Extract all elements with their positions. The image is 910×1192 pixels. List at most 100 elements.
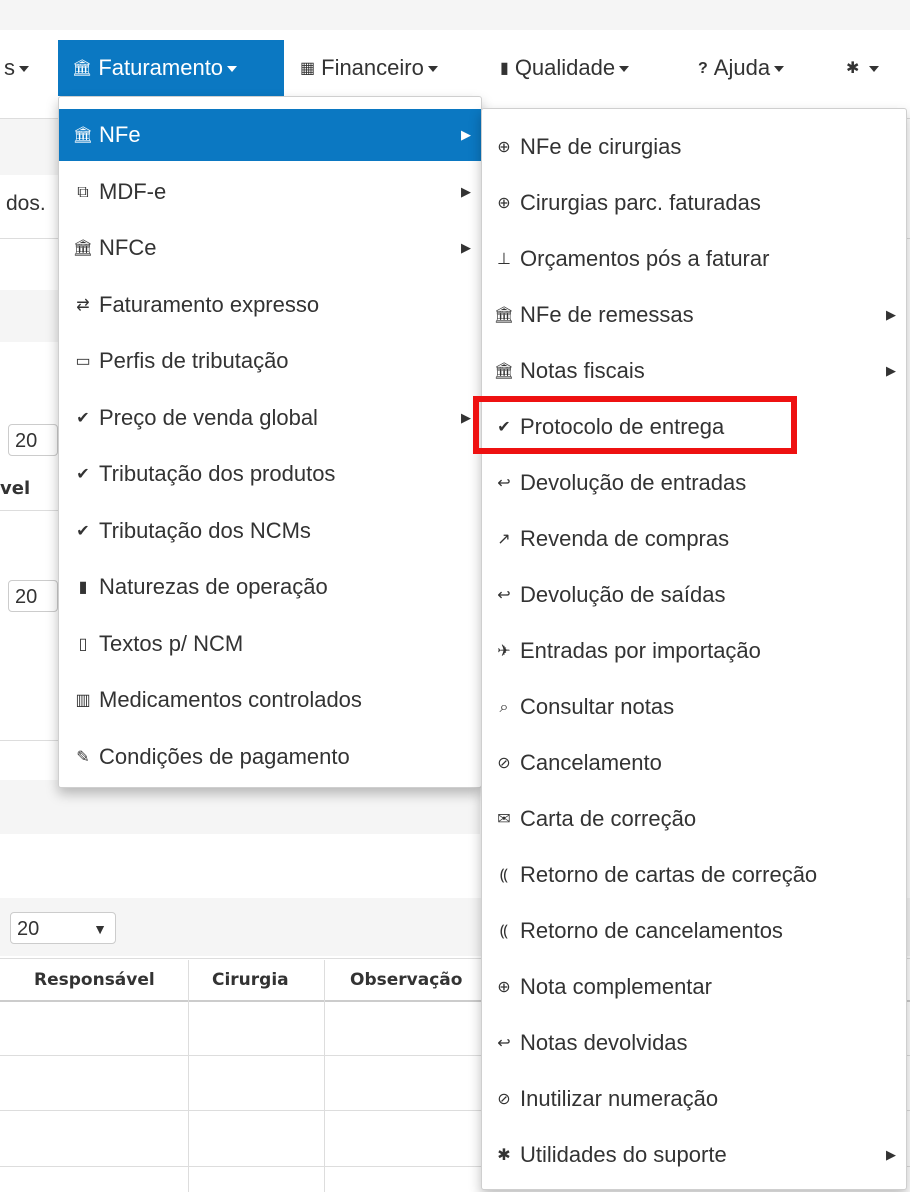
- page-size-select[interactable]: 20 ▼: [10, 912, 116, 944]
- check-icon: ✔: [76, 466, 90, 484]
- menu-item-faturamento-expresso[interactable]: ⇄ Faturamento expresso: [59, 279, 481, 331]
- menu-item-preco-de-venda-global[interactable]: ✔ Preço de venda global ▶: [59, 392, 481, 444]
- menu-item-retorno-de-cartas-de-correcao[interactable]: ⸨ Retorno de cartas de correção: [482, 849, 906, 901]
- menu-item-label: NFe: [99, 122, 141, 147]
- menu-item-label: NFe de cirurgias: [520, 134, 682, 159]
- menu-item-notas-devolvidas[interactable]: ↩ Notas devolvidas: [482, 1017, 906, 1069]
- menu-item-entradas-por-importacao[interactable]: ✈ Entradas por importação: [482, 625, 906, 677]
- bg-header-vel: vel: [0, 478, 31, 499]
- caret-down-icon: [869, 66, 880, 73]
- menu-item-label: Retorno de cancelamentos: [520, 918, 783, 943]
- menu-item-textos-p-ncm[interactable]: ▯ Textos p/ NCM: [59, 618, 481, 670]
- return-icon: ↩: [497, 1035, 511, 1053]
- menu-item-label: Tributação dos NCMs: [99, 517, 311, 543]
- page-size-select[interactable]: 20: [8, 580, 58, 612]
- table-column-divider: [324, 960, 325, 1192]
- menu-item-condicoes-de-pagamento[interactable]: ✎ Condições de pagamento: [59, 731, 481, 783]
- menu-item-carta-de-correcao[interactable]: ✉ Carta de correção: [482, 793, 906, 845]
- menu-item-nfce[interactable]: 🏛 NFCe ▶: [59, 222, 481, 274]
- return-icon: ↩: [497, 587, 511, 605]
- menu-item-label: MDF-e: [99, 178, 167, 204]
- select-value: 20: [15, 586, 38, 608]
- ban-icon: ⊘: [497, 1091, 511, 1109]
- page-size-select[interactable]: 20: [8, 424, 58, 456]
- menu-item-utilidades-do-suporte[interactable]: ✱ Utilidades do suporte ▶: [482, 1129, 906, 1181]
- nav-item-partial[interactable]: s: [4, 40, 29, 96]
- submenu-arrow-icon: ▶: [461, 240, 471, 255]
- menu-item-label: Cancelamento: [520, 750, 662, 775]
- menu-item-perfis-de-tributacao[interactable]: ▭ Perfis de tributação: [59, 335, 481, 387]
- chevron-down-icon: ▼: [93, 921, 107, 937]
- nav-item-qualidade[interactable]: ▮ Qualidade: [500, 40, 630, 96]
- faturamento-dropdown-menu: 🏛 NFe ▶ ⧉ MDF-e ▶ 🏛 NFCe ▶ ⇄ Faturamento expresso ▭…: [58, 96, 482, 788]
- table-icon: ▦: [300, 60, 316, 78]
- menu-item-label: Retorno de cartas de correção: [520, 862, 818, 887]
- nav-item-settings[interactable]: ✱: [846, 40, 880, 96]
- menu-item-label: NFCe: [99, 235, 157, 260]
- menu-item-orcamentos-pos-a-faturar[interactable]: ⊥ Orçamentos pós a faturar: [482, 233, 906, 285]
- bank-icon: 🏛: [493, 307, 515, 325]
- pin-icon: ⊥: [497, 251, 511, 269]
- check-icon: ✔: [76, 409, 90, 427]
- menu-item-revenda-de-compras[interactable]: ↗ Revenda de compras: [482, 513, 906, 565]
- menu-item-label: Faturamento expresso: [99, 291, 320, 317]
- menu-item-label: Orçamentos pós a faturar: [520, 246, 770, 271]
- menu-item-medicamentos-controlados[interactable]: ▥ Medicamentos controlados: [59, 674, 481, 726]
- table-header-responsavel[interactable]: Responsável: [34, 960, 155, 1000]
- menu-item-devolucao-de-entradas[interactable]: ↩ Devolução de entradas: [482, 457, 906, 509]
- menu-item-label: Inutilizar numeração: [520, 1086, 719, 1111]
- menu-item-label: Naturezas de operação: [99, 574, 328, 599]
- plus-circle-icon: ⊕: [497, 139, 511, 157]
- submenu-arrow-icon: ▶: [886, 363, 896, 378]
- submenu-arrow-icon: ▶: [886, 307, 896, 322]
- menu-item-label: Textos p/ NCM: [99, 630, 244, 656]
- menu-item-label: Entradas por importação: [520, 638, 761, 663]
- menu-item-label: Nota complementar: [520, 974, 712, 999]
- menu-item-devolucao-de-saidas[interactable]: ↩ Devolução de saídas: [482, 569, 906, 621]
- menu-item-nota-complementar[interactable]: ⊕ Nota complementar: [482, 961, 906, 1013]
- scroll-icon: ▭: [75, 353, 91, 371]
- menu-item-tributacao-dos-produtos[interactable]: ✔ Tributação dos produtos: [59, 448, 481, 500]
- arrow-up-right-icon: ↗: [497, 531, 511, 549]
- plus-circle-icon: ⊕: [497, 979, 511, 997]
- gear-icon: ✱: [846, 60, 860, 78]
- menu-item-nfe[interactable]: 🏛 NFe ▶: [59, 109, 481, 161]
- table-header-observacao[interactable]: Observação: [350, 960, 462, 1000]
- menu-item-label: Perfis de tributação: [99, 348, 289, 373]
- check-icon: ✔: [76, 522, 90, 540]
- menu-item-consultar-notas[interactable]: ⌕ Consultar notas: [482, 681, 906, 733]
- select-value: 20: [17, 918, 40, 940]
- menu-item-inutilizar-numeracao[interactable]: ⊘ Inutilizar numeração: [482, 1073, 906, 1125]
- envelope-icon: ✉: [497, 811, 511, 829]
- menu-item-naturezas-de-operacao[interactable]: ▮ Naturezas de operação: [59, 561, 481, 613]
- medical-book-icon: ▥: [75, 692, 91, 710]
- menu-item-label: Revenda de compras: [520, 526, 730, 551]
- nav-item-faturamento[interactable]: 🏛 Faturamento: [58, 40, 284, 96]
- menu-item-mdf-e[interactable]: ⧉ MDF-e ▶: [59, 166, 481, 218]
- submenu-arrow-icon: ▶: [461, 409, 471, 425]
- menu-item-label: Condições de pagamento: [99, 743, 350, 769]
- menu-item-cirurgias-parc-faturadas[interactable]: ⊕ Cirurgias parc. faturadas: [482, 177, 906, 229]
- menu-item-notas-fiscais[interactable]: 🏛 Notas fiscais ▶: [482, 345, 906, 397]
- menu-item-cancelamento[interactable]: ⊘ Cancelamento: [482, 737, 906, 789]
- question-icon: ?: [698, 60, 708, 78]
- book-icon: ▮: [500, 60, 509, 78]
- bg-text-dos: dos.: [6, 192, 46, 215]
- nav-item-financeiro[interactable]: ▦ Financeiro: [300, 40, 438, 96]
- nav-item-ajuda[interactable]: ? Ajuda: [698, 40, 785, 96]
- bank-icon: 🏛: [493, 363, 515, 381]
- menu-item-nfe-de-remessas[interactable]: 🏛 NFe de remessas ▶: [482, 289, 906, 341]
- table-header-cirurgia[interactable]: Cirurgia: [212, 960, 289, 1000]
- menu-item-label: Cirurgias parc. faturadas: [520, 190, 761, 215]
- menu-item-tributacao-dos-ncms[interactable]: ✔ Tributação dos NCMs: [59, 505, 481, 557]
- menu-item-nfe-de-cirurgias[interactable]: ⊕ NFe de cirurgias: [482, 121, 906, 173]
- bg-panel-band: [0, 780, 480, 834]
- menu-item-label: Carta de correção: [520, 806, 697, 831]
- submenu-arrow-icon: ▶: [886, 1147, 896, 1162]
- menu-item-retorno-de-cancelamentos[interactable]: ⸨ Retorno de cancelamentos: [482, 905, 906, 957]
- highlight-box: [473, 396, 797, 454]
- menu-item-label: NFe de remessas: [520, 302, 694, 327]
- nfe-submenu: ⊕ NFe de cirurgias ⊕ Cirurgias parc. fatura…: [481, 108, 907, 1190]
- menu-item-label: Devolução de entradas: [520, 470, 747, 495]
- nav-label: Ajuda: [713, 55, 771, 80]
